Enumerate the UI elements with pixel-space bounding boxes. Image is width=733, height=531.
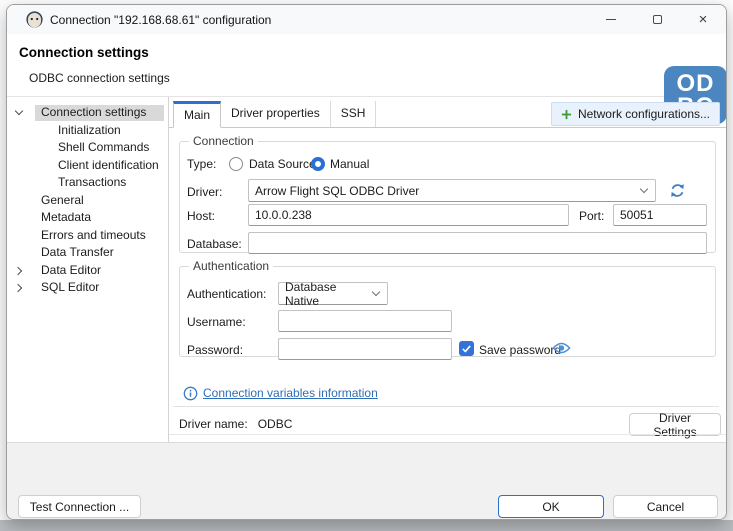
cancel-button[interactable]: Cancel xyxy=(613,495,718,518)
odbc-logo-line1: OD xyxy=(677,72,715,95)
connection-configuration-dialog: Connection "192.168.68.61" configuration… xyxy=(6,4,727,520)
sidebar-item-sql-editor[interactable]: SQL Editor xyxy=(7,279,168,297)
sidebar-item-label: Initialization xyxy=(58,123,121,137)
authentication-select-value: Database Native xyxy=(285,280,367,308)
connection-variables-link[interactable]: Connection variables information xyxy=(203,386,378,400)
port-input[interactable] xyxy=(613,204,707,226)
check-icon xyxy=(461,343,472,354)
database-label: Database: xyxy=(187,236,242,252)
sidebar-item-label: General xyxy=(41,193,84,207)
sidebar-item-label: Shell Commands xyxy=(58,140,149,154)
plus-icon xyxy=(561,109,572,120)
page-title: Connection settings xyxy=(19,45,149,60)
sidebar-item-initialization[interactable]: Initialization xyxy=(7,122,168,140)
show-password-button[interactable] xyxy=(550,339,572,357)
tab-main[interactable]: Main xyxy=(173,101,221,128)
driver-select-value: Arrow Flight SQL ODBC Driver xyxy=(255,184,635,198)
host-input[interactable] xyxy=(248,204,569,226)
minimize-icon xyxy=(606,19,616,20)
manual-radio-label[interactable]: Manual xyxy=(330,156,369,172)
password-input[interactable] xyxy=(278,338,452,360)
eye-icon xyxy=(552,341,571,355)
sidebar-item-label: Errors and timeouts xyxy=(41,228,146,242)
sidebar-item-errors-and-timeouts[interactable]: Errors and timeouts xyxy=(7,227,168,245)
chevron-down-icon xyxy=(372,288,380,296)
desktop-background xyxy=(0,520,733,531)
save-password-checkbox[interactable] xyxy=(459,341,474,356)
sidebar-item-client-identification[interactable]: Client identification xyxy=(7,157,168,175)
minimize-button[interactable] xyxy=(588,5,634,34)
database-input[interactable] xyxy=(248,232,707,254)
authentication-select[interactable]: Database Native xyxy=(278,282,388,305)
sidebar-item-label: Client identification xyxy=(58,158,159,172)
driver-name-row: Driver name: ODBC xyxy=(179,417,292,431)
chevron-right-icon[interactable] xyxy=(14,284,22,292)
refresh-icon xyxy=(669,182,686,199)
sidebar-item-label: SQL Editor xyxy=(41,280,99,294)
close-button[interactable]: × xyxy=(680,5,726,34)
divider xyxy=(173,406,719,407)
username-input[interactable] xyxy=(278,310,452,332)
maximize-icon xyxy=(653,15,662,24)
page-subtitle: ODBC connection settings xyxy=(29,71,170,85)
app-icon xyxy=(26,11,43,28)
maximize-button[interactable] xyxy=(634,5,680,34)
save-password-label[interactable]: Save password xyxy=(479,342,561,358)
chevron-down-icon[interactable] xyxy=(15,107,23,115)
sidebar-item-shell-commands[interactable]: Shell Commands xyxy=(7,139,168,157)
sidebar-item-metadata[interactable]: Metadata xyxy=(7,209,168,227)
username-label: Username: xyxy=(187,314,246,330)
driver-name-value: ODBC xyxy=(258,417,293,431)
port-label: Port: xyxy=(579,208,604,224)
data-source-radio[interactable] xyxy=(229,157,243,171)
network-configurations-label: Network configurations... xyxy=(578,107,710,121)
test-connection-button[interactable]: Test Connection ... xyxy=(18,495,141,518)
connection-group-legend: Connection xyxy=(189,134,258,148)
sidebar-item-connection-settings[interactable]: Connection settings xyxy=(7,104,168,122)
sidebar-item-data-editor[interactable]: Data Editor xyxy=(7,262,168,280)
chevron-right-icon[interactable] xyxy=(14,266,22,274)
sidebar-item-data-transfer[interactable]: Data Transfer xyxy=(7,244,168,262)
ok-button[interactable]: OK xyxy=(498,495,604,518)
manual-radio[interactable] xyxy=(311,157,325,171)
driver-name-label: Driver name: xyxy=(179,417,248,431)
authentication-group-legend: Authentication xyxy=(189,259,273,273)
close-icon: × xyxy=(699,12,708,27)
settings-tree: Connection settings Initialization Shell C… xyxy=(7,97,169,442)
sidebar-item-general[interactable]: General xyxy=(7,192,168,210)
window-title: Connection "192.168.68.61" configuration xyxy=(50,13,271,27)
password-label: Password: xyxy=(187,342,243,358)
pane-divider xyxy=(169,434,727,435)
sidebar-item-label: Data Editor xyxy=(41,263,101,277)
driver-label: Driver: xyxy=(187,184,222,200)
host-label: Host: xyxy=(187,208,215,224)
authentication-label: Authentication: xyxy=(187,286,266,302)
data-source-radio-label[interactable]: Data Source xyxy=(249,156,316,172)
chevron-down-icon xyxy=(640,185,648,193)
network-configurations-button[interactable]: Network configurations... xyxy=(551,102,720,126)
sidebar-item-label: Data Transfer xyxy=(41,245,114,259)
info-icon xyxy=(182,385,198,401)
dialog-header: Connection settings ODBC connection sett… xyxy=(7,34,726,97)
sidebar-item-label: Connection settings xyxy=(41,105,146,119)
sidebar-item-label: Metadata xyxy=(41,210,91,224)
driver-settings-button[interactable]: Driver Settings xyxy=(629,413,721,436)
tab-driver-properties[interactable]: Driver properties xyxy=(221,101,331,127)
driver-select[interactable]: Arrow Flight SQL ODBC Driver xyxy=(248,179,656,202)
sidebar-item-transactions[interactable]: Transactions xyxy=(7,174,168,192)
sidebar-item-label: Transactions xyxy=(58,175,126,189)
title-bar[interactable]: Connection "192.168.68.61" configuration… xyxy=(7,5,726,34)
tab-ssh[interactable]: SSH xyxy=(331,101,377,127)
type-label: Type: xyxy=(187,156,216,172)
reload-driver-button[interactable] xyxy=(667,180,687,200)
